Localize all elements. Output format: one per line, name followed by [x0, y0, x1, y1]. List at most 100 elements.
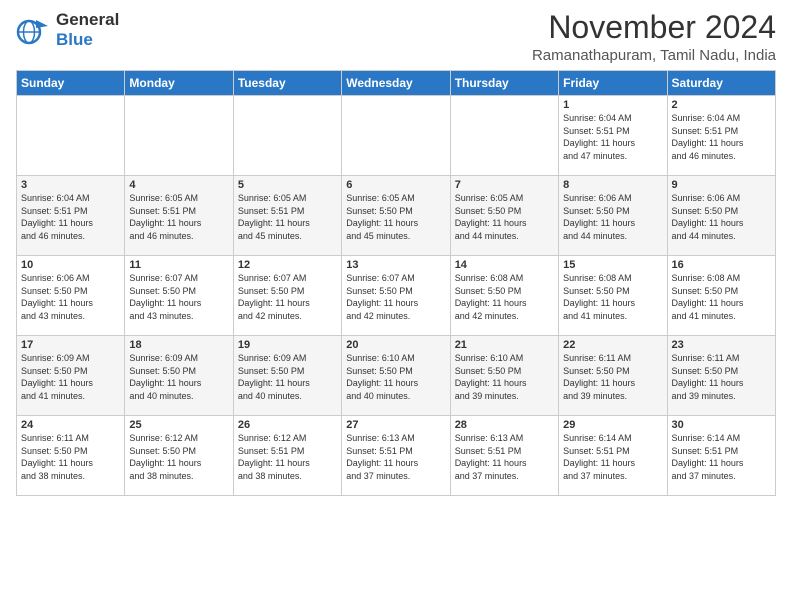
- calendar-cell: 25Sunrise: 6:12 AMSunset: 5:50 PMDayligh…: [125, 416, 233, 496]
- calendar-cell: 23Sunrise: 6:11 AMSunset: 5:50 PMDayligh…: [667, 336, 775, 416]
- title-area: November 2024 Ramanathapuram, Tamil Nadu…: [532, 10, 776, 64]
- day-number: 9: [672, 179, 771, 191]
- cell-info: Sunrise: 6:14 AMSunset: 5:51 PMDaylight:…: [563, 432, 662, 482]
- cell-info: Sunrise: 6:12 AMSunset: 5:51 PMDaylight:…: [238, 432, 337, 482]
- calendar-week-row: 1Sunrise: 6:04 AMSunset: 5:51 PMDaylight…: [17, 96, 776, 176]
- cell-info: Sunrise: 6:10 AMSunset: 5:50 PMDaylight:…: [455, 352, 554, 402]
- day-number: 12: [238, 259, 337, 271]
- cell-info: Sunrise: 6:05 AMSunset: 5:50 PMDaylight:…: [346, 192, 445, 242]
- day-number: 4: [129, 179, 228, 191]
- day-number: 3: [21, 179, 120, 191]
- cell-info: Sunrise: 6:09 AMSunset: 5:50 PMDaylight:…: [21, 352, 120, 402]
- day-number: 11: [129, 259, 228, 271]
- day-number: 17: [21, 339, 120, 351]
- month-title: November 2024: [532, 10, 776, 45]
- day-number: 15: [563, 259, 662, 271]
- cell-info: Sunrise: 6:05 AMSunset: 5:50 PMDaylight:…: [455, 192, 554, 242]
- calendar-cell: 24Sunrise: 6:11 AMSunset: 5:50 PMDayligh…: [17, 416, 125, 496]
- col-monday: Monday: [125, 71, 233, 96]
- day-number: 8: [563, 179, 662, 191]
- calendar-cell: 30Sunrise: 6:14 AMSunset: 5:51 PMDayligh…: [667, 416, 775, 496]
- day-number: 22: [563, 339, 662, 351]
- day-number: 21: [455, 339, 554, 351]
- calendar-cell: 21Sunrise: 6:10 AMSunset: 5:50 PMDayligh…: [450, 336, 558, 416]
- calendar-header-row: Sunday Monday Tuesday Wednesday Thursday…: [17, 71, 776, 96]
- day-number: 25: [129, 419, 228, 431]
- cell-info: Sunrise: 6:09 AMSunset: 5:50 PMDaylight:…: [129, 352, 228, 402]
- calendar-cell: 22Sunrise: 6:11 AMSunset: 5:50 PMDayligh…: [559, 336, 667, 416]
- day-number: 23: [672, 339, 771, 351]
- cell-info: Sunrise: 6:13 AMSunset: 5:51 PMDaylight:…: [455, 432, 554, 482]
- calendar-cell: [342, 96, 450, 176]
- cell-info: Sunrise: 6:09 AMSunset: 5:50 PMDaylight:…: [238, 352, 337, 402]
- calendar-cell: [17, 96, 125, 176]
- cell-info: Sunrise: 6:07 AMSunset: 5:50 PMDaylight:…: [238, 272, 337, 322]
- cell-info: Sunrise: 6:08 AMSunset: 5:50 PMDaylight:…: [672, 272, 771, 322]
- cell-info: Sunrise: 6:05 AMSunset: 5:51 PMDaylight:…: [129, 192, 228, 242]
- col-thursday: Thursday: [450, 71, 558, 96]
- day-number: 1: [563, 99, 662, 111]
- header: General Blue November 2024 Ramanathapura…: [16, 10, 776, 64]
- logo: General Blue: [16, 10, 119, 51]
- calendar-cell: 28Sunrise: 6:13 AMSunset: 5:51 PMDayligh…: [450, 416, 558, 496]
- calendar-cell: 7Sunrise: 6:05 AMSunset: 5:50 PMDaylight…: [450, 176, 558, 256]
- col-friday: Friday: [559, 71, 667, 96]
- calendar-cell: 29Sunrise: 6:14 AMSunset: 5:51 PMDayligh…: [559, 416, 667, 496]
- calendar-week-row: 17Sunrise: 6:09 AMSunset: 5:50 PMDayligh…: [17, 336, 776, 416]
- cell-info: Sunrise: 6:14 AMSunset: 5:51 PMDaylight:…: [672, 432, 771, 482]
- day-number: 26: [238, 419, 337, 431]
- calendar-cell: 5Sunrise: 6:05 AMSunset: 5:51 PMDaylight…: [233, 176, 341, 256]
- col-wednesday: Wednesday: [342, 71, 450, 96]
- calendar-cell: 18Sunrise: 6:09 AMSunset: 5:50 PMDayligh…: [125, 336, 233, 416]
- day-number: 18: [129, 339, 228, 351]
- cell-info: Sunrise: 6:04 AMSunset: 5:51 PMDaylight:…: [21, 192, 120, 242]
- cell-info: Sunrise: 6:04 AMSunset: 5:51 PMDaylight:…: [672, 112, 771, 162]
- day-number: 27: [346, 419, 445, 431]
- logo-icon: [16, 12, 52, 48]
- cell-info: Sunrise: 6:12 AMSunset: 5:50 PMDaylight:…: [129, 432, 228, 482]
- calendar-cell: 12Sunrise: 6:07 AMSunset: 5:50 PMDayligh…: [233, 256, 341, 336]
- calendar-cell: 4Sunrise: 6:05 AMSunset: 5:51 PMDaylight…: [125, 176, 233, 256]
- calendar-cell: 26Sunrise: 6:12 AMSunset: 5:51 PMDayligh…: [233, 416, 341, 496]
- calendar-cell: 1Sunrise: 6:04 AMSunset: 5:51 PMDaylight…: [559, 96, 667, 176]
- cell-info: Sunrise: 6:07 AMSunset: 5:50 PMDaylight:…: [346, 272, 445, 322]
- calendar-cell: 13Sunrise: 6:07 AMSunset: 5:50 PMDayligh…: [342, 256, 450, 336]
- calendar-cell: 10Sunrise: 6:06 AMSunset: 5:50 PMDayligh…: [17, 256, 125, 336]
- page: General Blue November 2024 Ramanathapura…: [0, 0, 792, 504]
- cell-info: Sunrise: 6:11 AMSunset: 5:50 PMDaylight:…: [563, 352, 662, 402]
- calendar-cell: 8Sunrise: 6:06 AMSunset: 5:50 PMDaylight…: [559, 176, 667, 256]
- calendar-cell: 14Sunrise: 6:08 AMSunset: 5:50 PMDayligh…: [450, 256, 558, 336]
- day-number: 2: [672, 99, 771, 111]
- day-number: 16: [672, 259, 771, 271]
- day-number: 5: [238, 179, 337, 191]
- day-number: 7: [455, 179, 554, 191]
- cell-info: Sunrise: 6:06 AMSunset: 5:50 PMDaylight:…: [21, 272, 120, 322]
- calendar-cell: 27Sunrise: 6:13 AMSunset: 5:51 PMDayligh…: [342, 416, 450, 496]
- calendar-cell: 2Sunrise: 6:04 AMSunset: 5:51 PMDaylight…: [667, 96, 775, 176]
- calendar-cell: 6Sunrise: 6:05 AMSunset: 5:50 PMDaylight…: [342, 176, 450, 256]
- cell-info: Sunrise: 6:11 AMSunset: 5:50 PMDaylight:…: [21, 432, 120, 482]
- day-number: 20: [346, 339, 445, 351]
- day-number: 24: [21, 419, 120, 431]
- day-number: 29: [563, 419, 662, 431]
- cell-info: Sunrise: 6:10 AMSunset: 5:50 PMDaylight:…: [346, 352, 445, 402]
- day-number: 6: [346, 179, 445, 191]
- calendar-cell: 16Sunrise: 6:08 AMSunset: 5:50 PMDayligh…: [667, 256, 775, 336]
- day-number: 30: [672, 419, 771, 431]
- cell-info: Sunrise: 6:11 AMSunset: 5:50 PMDaylight:…: [672, 352, 771, 402]
- cell-info: Sunrise: 6:06 AMSunset: 5:50 PMDaylight:…: [672, 192, 771, 242]
- calendar: Sunday Monday Tuesday Wednesday Thursday…: [16, 70, 776, 496]
- calendar-cell: [125, 96, 233, 176]
- day-number: 14: [455, 259, 554, 271]
- calendar-cell: [233, 96, 341, 176]
- calendar-week-row: 3Sunrise: 6:04 AMSunset: 5:51 PMDaylight…: [17, 176, 776, 256]
- cell-info: Sunrise: 6:04 AMSunset: 5:51 PMDaylight:…: [563, 112, 662, 162]
- logo-text: General Blue: [56, 10, 119, 51]
- day-number: 13: [346, 259, 445, 271]
- cell-info: Sunrise: 6:05 AMSunset: 5:51 PMDaylight:…: [238, 192, 337, 242]
- col-tuesday: Tuesday: [233, 71, 341, 96]
- calendar-cell: 19Sunrise: 6:09 AMSunset: 5:50 PMDayligh…: [233, 336, 341, 416]
- calendar-cell: 17Sunrise: 6:09 AMSunset: 5:50 PMDayligh…: [17, 336, 125, 416]
- day-number: 28: [455, 419, 554, 431]
- col-sunday: Sunday: [17, 71, 125, 96]
